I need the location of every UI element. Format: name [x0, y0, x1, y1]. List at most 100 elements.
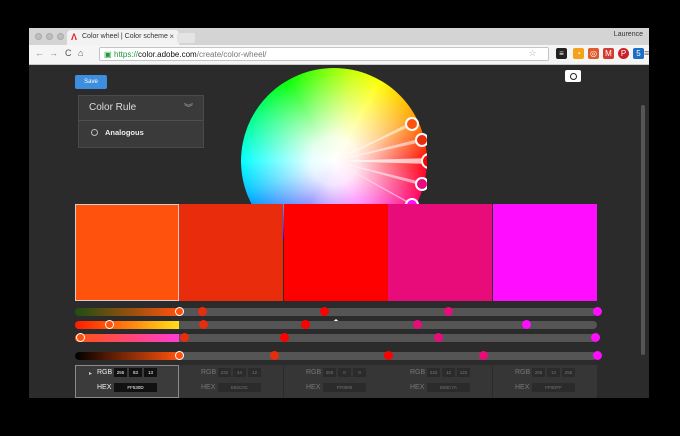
g-field[interactable]: 0: [338, 368, 351, 377]
hex-field[interactable]: E80C7A: [427, 383, 470, 392]
pinterest-extension-icon[interactable]: P: [618, 48, 629, 59]
camera-icon[interactable]: [565, 70, 581, 82]
buffer-extension-icon[interactable]: ≡: [556, 48, 567, 59]
b-field[interactable]: 255: [562, 368, 575, 377]
panel-divider: [79, 120, 203, 121]
slider-knob[interactable]: [593, 307, 602, 316]
chevron-down-icon[interactable]: ︾: [184, 101, 193, 114]
browser-tab[interactable]: Λ Color wheel | Color scheme ×: [67, 30, 179, 45]
wheel-handle-4: [415, 177, 427, 191]
hex-field[interactable]: FF530D: [114, 383, 157, 392]
swatch-3[interactable]: [284, 204, 388, 301]
hex-field[interactable]: FF0DFF: [532, 383, 575, 392]
rgb-label: RGB: [306, 369, 322, 376]
slider-knob[interactable]: [280, 333, 289, 342]
wheel-handle-1: [405, 117, 419, 131]
slider-knob[interactable]: [300, 320, 310, 329]
slider-knob[interactable]: [175, 307, 184, 316]
r-field[interactable]: 232: [218, 368, 231, 377]
url-text: https://color.adobe.com/create/color-whe…: [114, 50, 267, 59]
back-icon[interactable]: ←: [35, 48, 44, 58]
new-tab-button[interactable]: [177, 33, 195, 43]
hex-label: HEX: [201, 384, 216, 391]
swatch-5[interactable]: [493, 204, 597, 301]
forward-icon[interactable]: →: [49, 48, 58, 58]
r-field[interactable]: 255: [532, 368, 545, 377]
rss-extension-icon[interactable]: ◔: [573, 48, 584, 59]
swatch-2[interactable]: [179, 204, 283, 301]
home-icon[interactable]: ⌂: [78, 48, 83, 58]
color-values-5: RGB 255 13 255 HEX FF0DFF: [493, 365, 597, 398]
r-field[interactable]: 255: [323, 368, 336, 377]
rgb-label: RGB: [410, 369, 426, 376]
color-rule-title: Color Rule: [89, 102, 137, 113]
slider-knob[interactable]: [197, 307, 207, 316]
adobe-logo-icon: Λ: [71, 32, 78, 42]
slider-knob[interactable]: [444, 307, 454, 316]
color-values-3: RGB 255 0 0 HEX FF0000: [284, 365, 388, 398]
profile-name[interactable]: Laurence: [614, 31, 643, 38]
b-field[interactable]: 0: [353, 368, 366, 377]
swatch-4[interactable]: [388, 204, 492, 301]
slider-track[interactable]: [75, 307, 602, 316]
tab-bar: Λ Color wheel | Color scheme × Laurence: [29, 28, 649, 45]
slider-knob[interactable]: [433, 333, 443, 342]
close-window-button[interactable]: [35, 33, 42, 40]
slider-knob[interactable]: [413, 320, 423, 329]
slider-knob[interactable]: [478, 351, 488, 360]
maximize-window-button[interactable]: [57, 33, 64, 40]
channel-sliders: [75, 305, 602, 365]
hex-field[interactable]: E82C0C: [218, 383, 261, 392]
g-field[interactable]: 12: [442, 368, 455, 377]
b-field[interactable]: 13: [144, 368, 157, 377]
hex-label: HEX: [515, 384, 530, 391]
slider-track[interactable]: [75, 333, 600, 342]
rgb-label: RGB: [97, 369, 113, 376]
tab-close-icon[interactable]: ×: [169, 32, 174, 41]
gmail-extension-icon[interactable]: M: [603, 48, 614, 59]
g-field[interactable]: 83: [129, 368, 142, 377]
slider-knob[interactable]: [175, 351, 184, 360]
hex-label: HEX: [410, 384, 425, 391]
page-scrollbar[interactable]: [641, 105, 645, 355]
slider-knob[interactable]: [384, 351, 393, 360]
color-rule-panel: Color Rule ︾ Analogous: [78, 95, 204, 148]
lock-icon: ▣: [104, 50, 112, 59]
slider-knob[interactable]: [180, 333, 190, 342]
slider-knob[interactable]: [319, 307, 329, 316]
color-values-row: ▸ RGB 255 83 13 HEX FF530D RGB 232 44 12…: [75, 365, 597, 398]
slider-knob[interactable]: [593, 351, 602, 360]
swatch-row: [75, 204, 597, 301]
g-field[interactable]: 13: [547, 368, 560, 377]
rgb-label: RGB: [201, 369, 217, 376]
slider-track[interactable]: [75, 351, 602, 360]
wheel-handle-2: [415, 133, 427, 147]
hex-label: HEX: [97, 384, 112, 391]
menu-icon[interactable]: ≡: [644, 48, 649, 58]
hex-field[interactable]: FF0000: [323, 383, 366, 392]
save-button[interactable]: Save: [75, 75, 107, 89]
minimize-window-button[interactable]: [46, 33, 53, 40]
browser-window: Λ Color wheel | Color scheme × Laurence …: [29, 28, 649, 398]
color-values-4: RGB 232 12 122 HEX E80C7A: [388, 365, 492, 398]
notification-extension-icon[interactable]: ◎: [588, 48, 599, 59]
address-bar[interactable]: ▣ https://color.adobe.com/create/color-w…: [99, 47, 549, 61]
b-field[interactable]: 12: [248, 368, 261, 377]
g-field[interactable]: 44: [233, 368, 246, 377]
selected-rule-label[interactable]: Analogous: [105, 128, 144, 137]
slider-knob[interactable]: [522, 320, 532, 329]
slider-knob[interactable]: [198, 320, 208, 329]
slider-knob[interactable]: [269, 351, 279, 360]
500px-extension-icon[interactable]: 5: [633, 48, 644, 59]
slider-knob[interactable]: [590, 333, 600, 342]
color-values-2: RGB 232 44 12 HEX E82C0C: [179, 365, 283, 398]
rule-radio[interactable]: [91, 129, 98, 136]
b-field[interactable]: 122: [457, 368, 470, 377]
expand-arrow-icon[interactable]: ▸: [89, 370, 92, 377]
bookmark-star-icon[interactable]: ☆: [527, 48, 538, 59]
r-field[interactable]: 255: [114, 368, 127, 377]
slider-track[interactable]: [75, 320, 597, 329]
r-field[interactable]: 232: [427, 368, 440, 377]
swatch-1[interactable]: [75, 204, 179, 301]
reload-icon[interactable]: C: [65, 48, 72, 58]
